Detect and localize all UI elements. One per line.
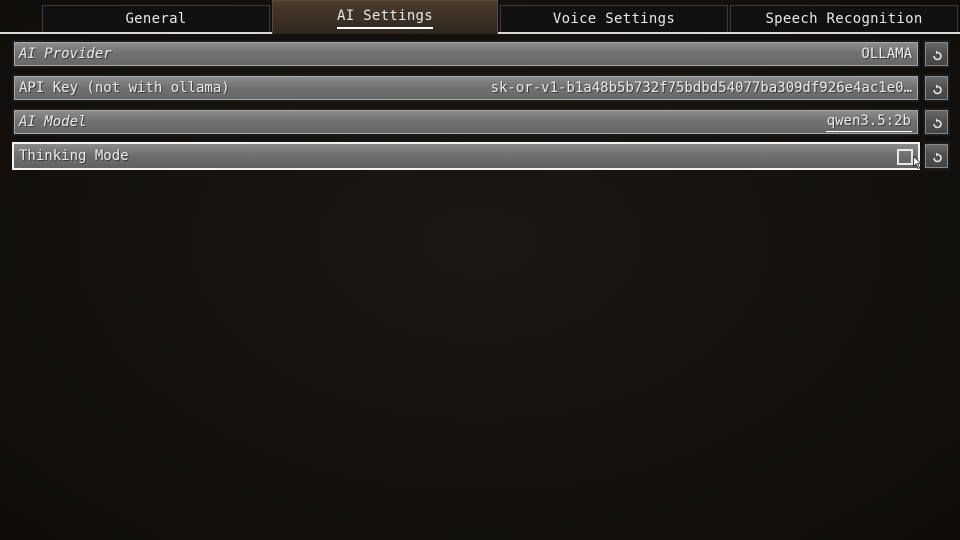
reset-arrow-icon xyxy=(933,84,942,95)
thinking-mode-toggle[interactable]: Thinking Mode xyxy=(12,142,920,170)
ai-provider-label: AI Provider xyxy=(19,46,112,62)
tab-general[interactable]: General xyxy=(42,5,270,32)
ai-model-reset-button[interactable] xyxy=(923,108,950,136)
reset-arrow-icon xyxy=(933,118,942,129)
settings-screen: General AI Settings Voice Settings Speec… xyxy=(0,0,960,540)
mouse-cursor-icon xyxy=(913,156,922,169)
ai-provider-button[interactable]: AI Provider OLLAMA xyxy=(12,40,920,68)
tab-ai-settings[interactable]: AI Settings xyxy=(272,0,498,34)
api-key-label: API Key (not with ollama) xyxy=(19,80,230,96)
tab-speech-recognition-label: Speech Recognition xyxy=(765,11,923,27)
reset-arrow-icon xyxy=(933,152,942,163)
tab-bar: General AI Settings Voice Settings Speec… xyxy=(0,0,960,34)
ai-model-label: AI Model xyxy=(19,114,87,130)
tab-voice-settings-label: Voice Settings xyxy=(552,11,676,27)
tab-voice-settings[interactable]: Voice Settings xyxy=(500,5,728,32)
ai-model-input[interactable]: qwen3.5:2b xyxy=(825,111,912,132)
api-key-reset-button[interactable] xyxy=(923,74,950,102)
tab-speech-recognition[interactable]: Speech Recognition xyxy=(730,5,958,32)
ai-provider-reset-button[interactable] xyxy=(923,40,950,68)
api-key-field[interactable]: API Key (not with ollama) sk-or-v1-b1a48… xyxy=(12,74,920,102)
thinking-mode-checkbox[interactable] xyxy=(897,149,913,165)
ai-provider-value: OLLAMA xyxy=(861,46,912,62)
tab-ai-settings-label: AI Settings xyxy=(336,5,434,29)
thinking-mode-label: Thinking Mode xyxy=(19,148,129,164)
reset-arrow-icon xyxy=(933,50,942,61)
thinking-mode-reset-button[interactable] xyxy=(923,142,950,170)
ai-model-field[interactable]: AI Model qwen3.5:2b xyxy=(12,108,920,136)
tab-general-label: General xyxy=(125,11,187,27)
api-key-value: sk-or-v1-b1a48b5b732f75bdbd54077ba309df9… xyxy=(490,80,912,96)
